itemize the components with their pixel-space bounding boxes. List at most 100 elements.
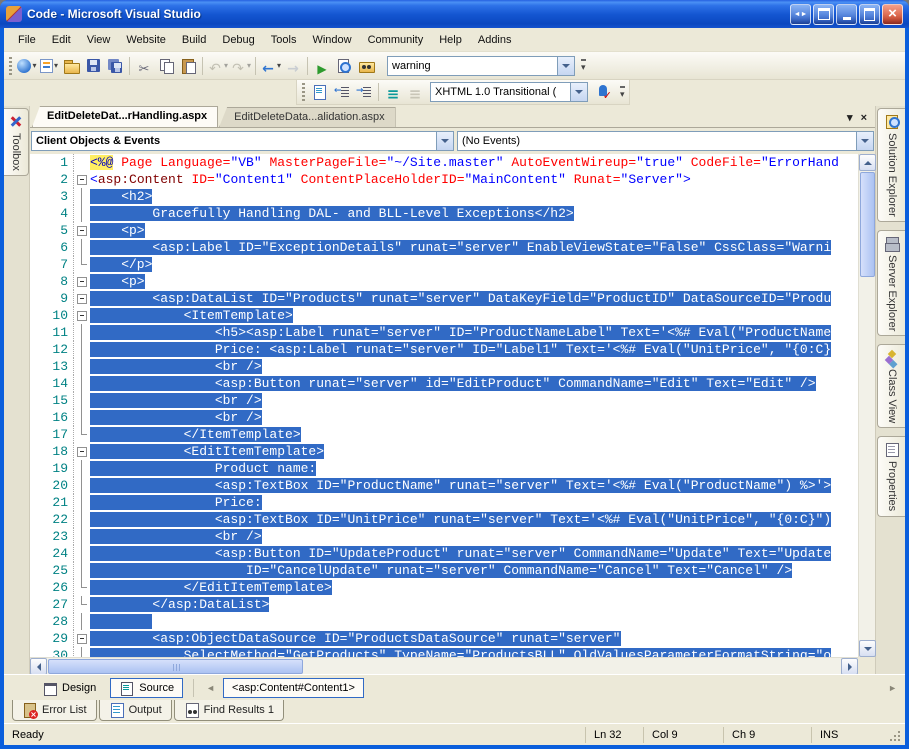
increase-indent-button[interactable] — [353, 81, 375, 103]
format-document-button[interactable] — [309, 81, 331, 103]
sidebar-tab-class-view[interactable]: Class View — [877, 344, 905, 429]
window-popout-button[interactable] — [813, 3, 834, 25]
tag-navigator-right-icon[interactable]: ► — [886, 681, 899, 695]
redo-button[interactable]: ▾ — [229, 55, 252, 77]
code-line[interactable]: 23 <br /> — [30, 528, 858, 545]
fold-collapse-icon[interactable] — [74, 222, 90, 239]
code-line[interactable]: 5 <p> — [30, 222, 858, 239]
navigate-backward-button[interactable]: ▾ — [259, 55, 282, 77]
horizontal-scrollbar[interactable] — [30, 657, 858, 675]
sidebar-tab-server-explorer[interactable]: Server Explorer — [877, 229, 905, 337]
code-line[interactable]: 28 — [30, 613, 858, 630]
code-line[interactable]: 26 </EditItemTemplate> — [30, 579, 858, 596]
toolbox-tab[interactable]: Toolbox — [4, 108, 29, 176]
panel-tab-output[interactable]: Output — [98, 700, 172, 721]
panel-tab-error-list[interactable]: Error List — [12, 700, 97, 721]
code-line[interactable]: 3 <h2> — [30, 188, 858, 205]
menu-item-edit[interactable]: Edit — [44, 31, 79, 49]
fold-collapse-icon[interactable] — [74, 443, 90, 460]
dropdown-caret-icon[interactable]: ▾ — [247, 61, 251, 70]
menu-item-window[interactable]: Window — [304, 31, 359, 49]
find-combobox-dropdown-icon[interactable] — [557, 56, 575, 75]
code-line[interactable]: 20 <asp:TextBox ID="ProductName" runat="… — [30, 477, 858, 494]
sidebar-tab-properties[interactable]: Properties — [877, 436, 905, 517]
doctype-combobox[interactable]: XHTML 1.0 Transitional ( — [430, 82, 588, 102]
check-page-accessibility-button[interactable] — [592, 81, 614, 103]
document-list-dropdown-icon[interactable]: ▾ — [847, 112, 853, 124]
code-line[interactable]: 29 <asp:ObjectDataSource ID="ProductsDat… — [30, 630, 858, 647]
vertical-scrollbar[interactable] — [858, 154, 876, 657]
decrease-indent-button[interactable] — [331, 81, 353, 103]
copy-button[interactable] — [155, 55, 177, 77]
tag-navigator-item[interactable]: <asp:Content#Content1> — [223, 677, 364, 698]
events-dropdown-icon[interactable] — [856, 132, 873, 150]
scroll-up-icon[interactable] — [859, 154, 876, 171]
fold-collapse-icon[interactable] — [74, 290, 90, 307]
code-line[interactable]: 25 ID="CancelUpdate" runat="server" Comm… — [30, 562, 858, 579]
menu-item-debug[interactable]: Debug — [214, 31, 262, 49]
code-line[interactable]: 21 Price: — [30, 494, 858, 511]
menu-item-website[interactable]: Website — [118, 31, 174, 49]
maximize-button[interactable] — [859, 3, 880, 25]
fold-collapse-icon[interactable] — [74, 171, 90, 188]
code-line[interactable]: 17 </ItemTemplate> — [30, 426, 858, 443]
code-line[interactable]: 6 <asp:Label ID="ExceptionDetails" runat… — [30, 239, 858, 256]
code-line[interactable]: 8 <p> — [30, 273, 858, 290]
doctype-combobox-dropdown-icon[interactable] — [570, 83, 587, 101]
code-line[interactable]: 4 Gracefully Handling DAL- and BLL-Level… — [30, 205, 858, 222]
dropdown-caret-icon[interactable]: ▾ — [277, 61, 281, 70]
cut-button[interactable] — [133, 55, 155, 77]
comment-selection-button[interactable] — [382, 81, 404, 103]
paste-button[interactable] — [177, 55, 199, 77]
title-bar[interactable]: Code - Microsoft Visual Studio — [0, 0, 909, 28]
minimize-button[interactable] — [836, 3, 857, 25]
menu-item-build[interactable]: Build — [174, 31, 214, 49]
toolbar-options-icon[interactable]: ▾ — [581, 59, 586, 72]
navigate-forward-button[interactable] — [282, 55, 304, 77]
menu-item-tools[interactable]: Tools — [263, 31, 305, 49]
find-combobox[interactable]: warning — [387, 55, 576, 76]
code-line[interactable]: 16 <br /> — [30, 409, 858, 426]
fold-collapse-icon[interactable] — [74, 307, 90, 324]
dropdown-caret-icon[interactable]: ▾ — [32, 61, 36, 70]
code-line[interactable]: 18 <EditItemTemplate> — [30, 443, 858, 460]
menu-item-addins[interactable]: Addins — [470, 31, 520, 49]
code-line[interactable]: 13 <br /> — [30, 358, 858, 375]
events-dropdown[interactable]: (No Events) — [457, 131, 874, 151]
code-line[interactable]: 19 Product name: — [30, 460, 858, 477]
object-dropdown[interactable]: Client Objects & Events — [31, 131, 454, 151]
dropdown-caret-icon[interactable]: ▾ — [54, 61, 58, 70]
design-view-button[interactable]: Design — [34, 678, 104, 698]
toolbar-grip-2[interactable] — [302, 83, 305, 101]
code-line[interactable]: 10 <ItemTemplate> — [30, 307, 858, 324]
object-dropdown-icon[interactable] — [436, 132, 453, 150]
code-line[interactable]: 2 <asp:Content ID="Content1" ContentPlace… — [30, 171, 858, 188]
code-area[interactable]: 1 <%@ Page Language="VB" MasterPageFile="… — [30, 154, 858, 657]
scroll-left-icon[interactable] — [30, 658, 47, 675]
dropdown-caret-icon[interactable]: ▾ — [224, 61, 228, 70]
fold-collapse-icon[interactable] — [74, 630, 90, 647]
panel-tab-find-results[interactable]: Find Results 1 — [173, 700, 284, 721]
view-in-browser-button[interactable] — [333, 55, 355, 77]
code-line[interactable]: 30 SelectMethod="GetProducts" TypeName="… — [30, 647, 858, 657]
toolbar-options-2-icon[interactable]: ▾ — [620, 85, 625, 99]
find-in-files-button[interactable] — [355, 55, 377, 77]
sidebar-tab-solution-explorer[interactable]: Solution Explorer — [877, 108, 905, 222]
uncomment-selection-button[interactable] — [404, 81, 426, 103]
undo-button[interactable]: ▾ — [206, 55, 229, 77]
menu-item-community[interactable]: Community — [360, 31, 432, 49]
vertical-scroll-thumb[interactable] — [860, 172, 875, 277]
new-website-button[interactable]: ▾ — [16, 55, 38, 77]
fold-collapse-icon[interactable] — [74, 273, 90, 290]
menu-item-file[interactable]: File — [10, 31, 44, 49]
code-line[interactable]: 14 <asp:Button runat="server" id="EditPr… — [30, 375, 858, 392]
horizontal-scroll-thumb[interactable] — [48, 659, 303, 674]
open-file-button[interactable] — [60, 55, 82, 77]
menu-item-help[interactable]: Help — [431, 31, 470, 49]
code-line[interactable]: 9 <asp:DataList ID="Products" runat="ser… — [30, 290, 858, 307]
source-view-button[interactable]: Source — [110, 677, 184, 698]
resize-grip[interactable] — [887, 728, 901, 742]
tag-navigator-left-icon[interactable]: ◄ — [204, 681, 217, 695]
scroll-down-icon[interactable] — [859, 640, 876, 657]
save-button[interactable] — [82, 55, 104, 77]
